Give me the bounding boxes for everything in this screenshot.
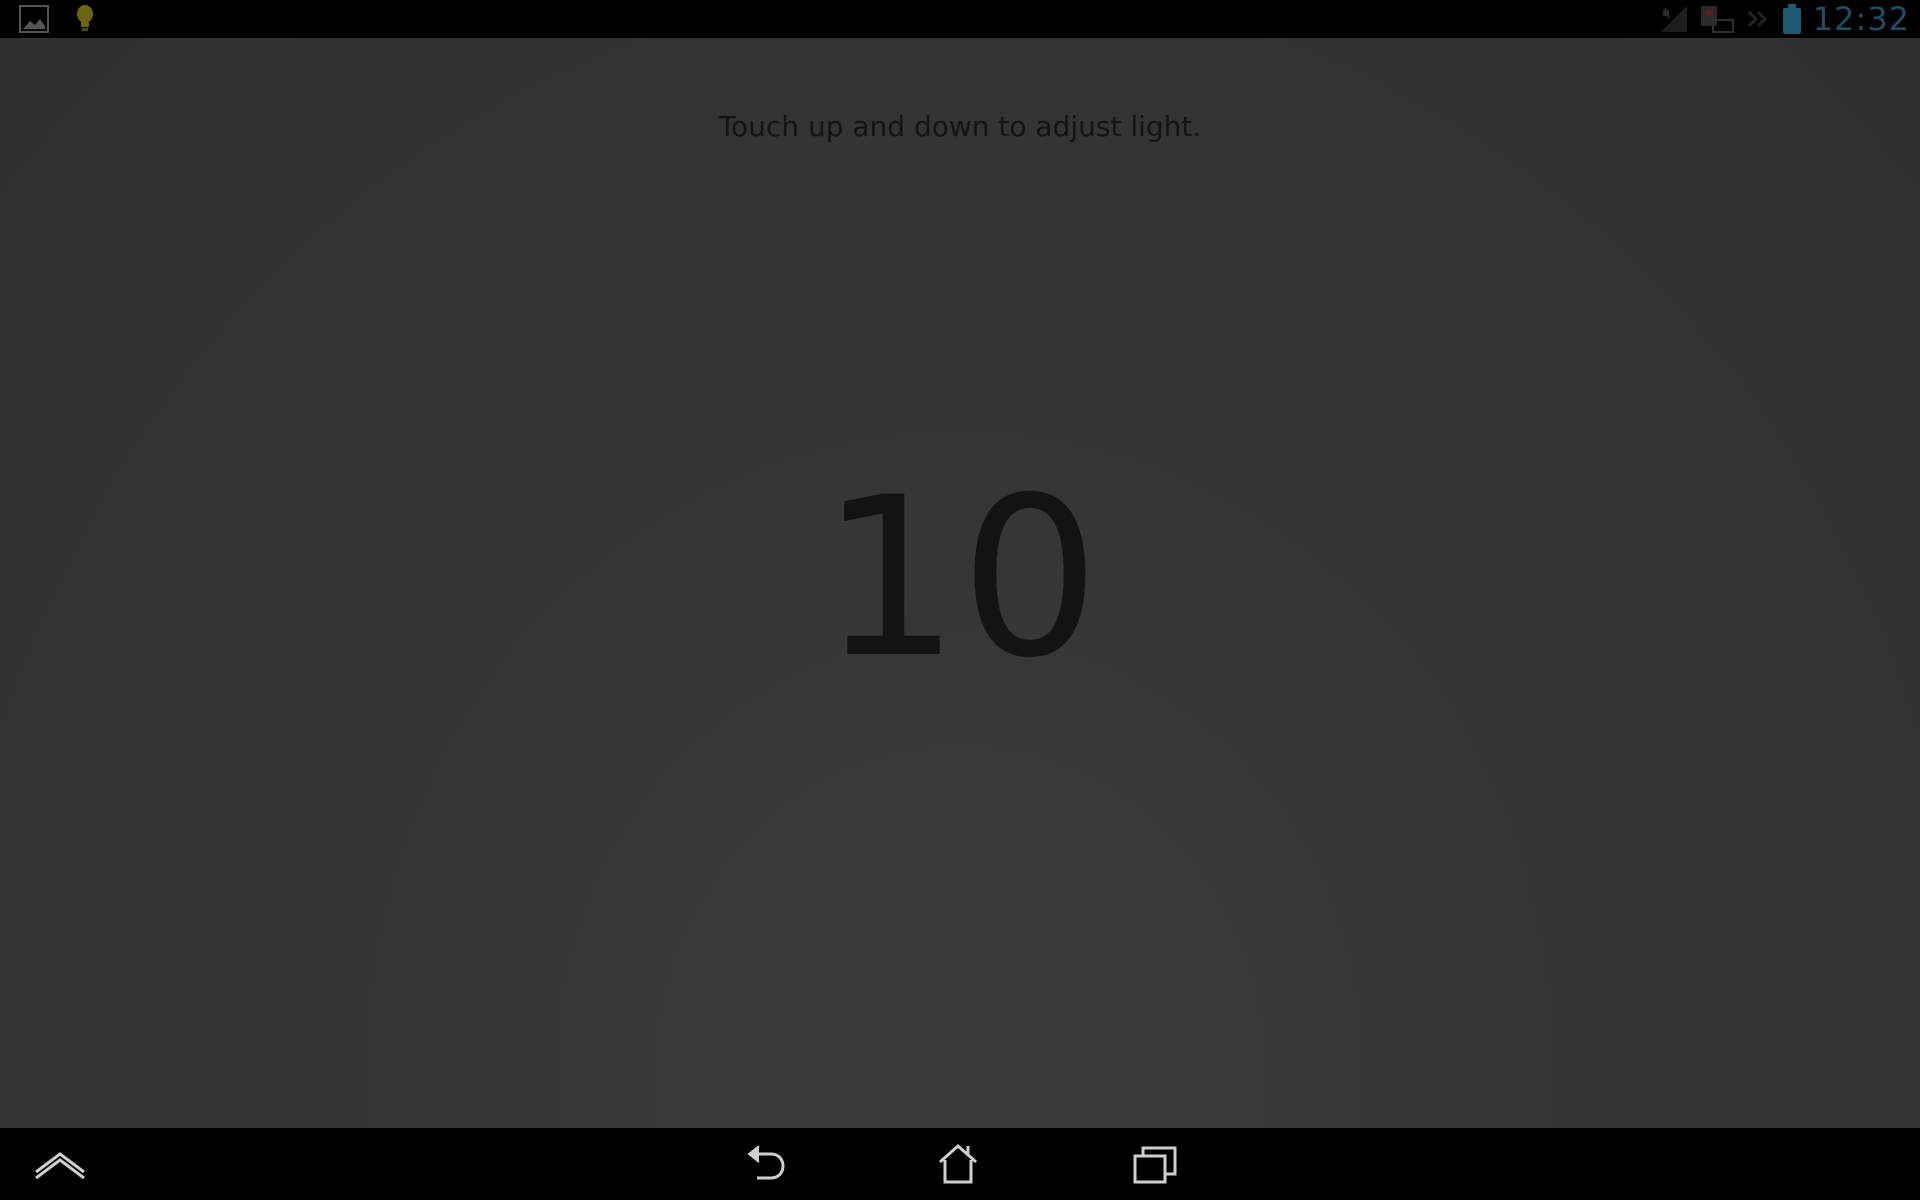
adjust-hint-text: Touch up and down to adjust light. xyxy=(718,110,1202,143)
battery-icon xyxy=(1781,3,1803,35)
menu-up-button[interactable] xyxy=(32,1138,88,1190)
system-status: 12:32 xyxy=(1659,0,1910,38)
home-icon xyxy=(934,1140,982,1188)
back-button[interactable] xyxy=(737,1138,793,1190)
lightbulb-icon xyxy=(74,4,96,34)
no-signal-icon xyxy=(1659,4,1689,34)
light-adjust-area[interactable]: Touch up and down to adjust light. 10 xyxy=(0,38,1920,1128)
recent-apps-button[interactable] xyxy=(1127,1138,1183,1190)
notification-icons xyxy=(18,4,96,34)
sd-card-icon xyxy=(1699,4,1735,34)
navigation-bar xyxy=(0,1128,1920,1200)
status-bar: 12:32 xyxy=(0,0,1920,38)
expand-icon xyxy=(1745,4,1771,34)
recent-apps-icon xyxy=(1131,1140,1179,1188)
gallery-icon xyxy=(18,4,50,34)
clock: 12:32 xyxy=(1812,0,1910,38)
chevron-up-icon xyxy=(32,1144,88,1184)
back-arrow-icon xyxy=(741,1140,789,1188)
light-level-value: 10 xyxy=(820,450,1100,706)
home-button[interactable] xyxy=(930,1138,986,1190)
